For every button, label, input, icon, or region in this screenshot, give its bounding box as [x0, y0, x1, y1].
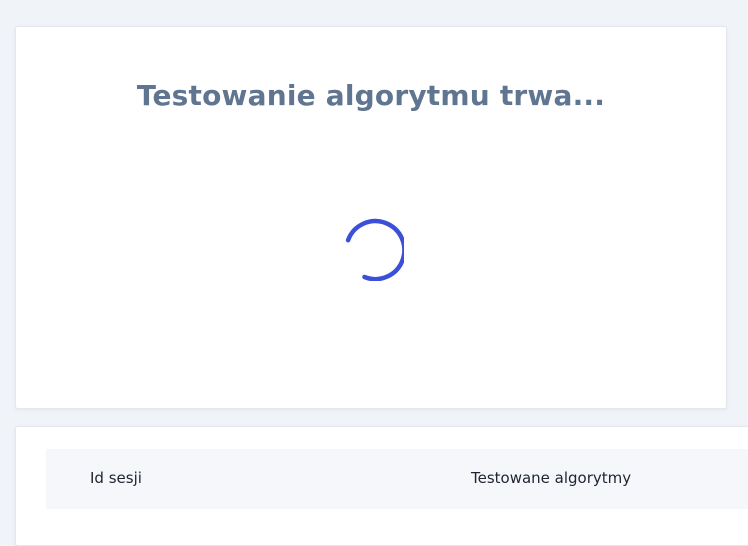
column-header-tested-algorithms: Testowane algorytmy: [471, 469, 632, 487]
loading-panel: Testowanie algorytmu trwa...: [15, 26, 727, 409]
sessions-panel: Id sesji Testowane algorytmy: [15, 426, 748, 546]
loading-title: Testowanie algorytmu trwa...: [136, 79, 606, 112]
loading-spinner-icon: [345, 218, 404, 281]
sessions-table-header: Id sesji Testowane algorytmy: [46, 449, 748, 509]
column-header-session-id: Id sesji: [90, 469, 142, 487]
